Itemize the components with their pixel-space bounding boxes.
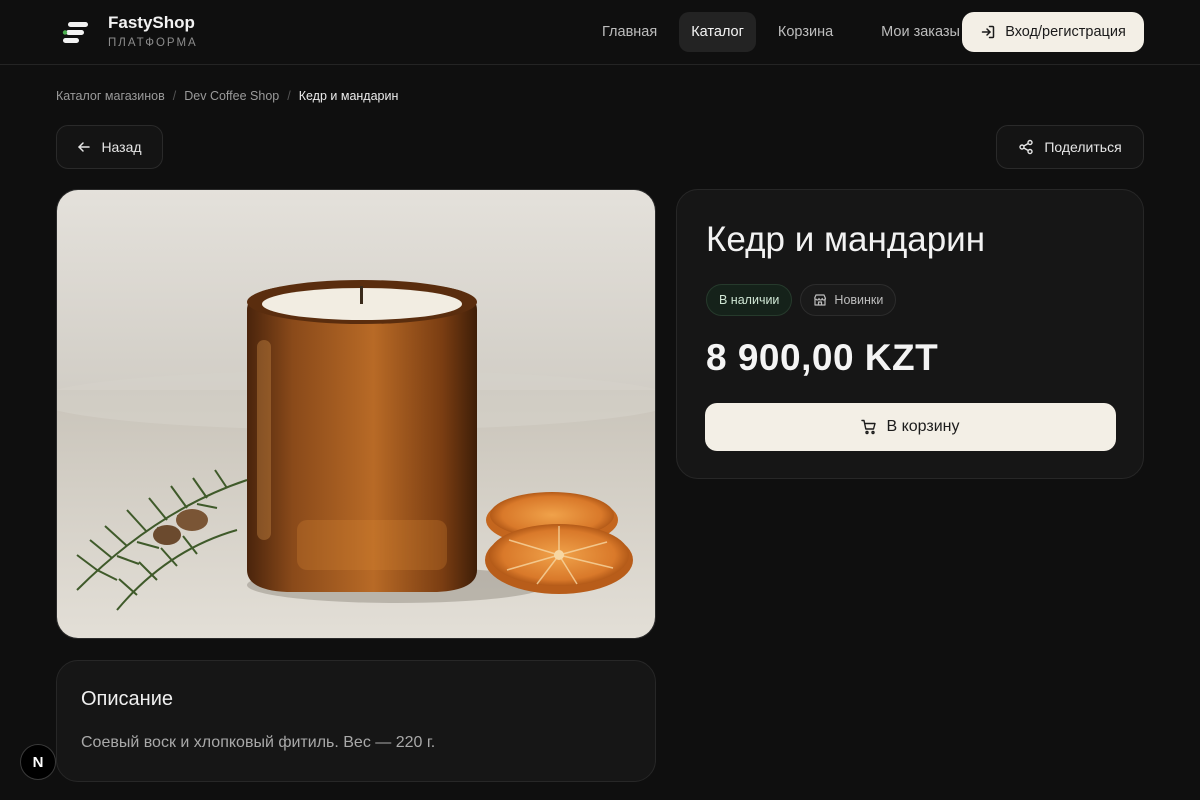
- brand-subtitle: ПЛАТФОРМА: [108, 37, 198, 49]
- breadcrumb-current: Кедр и мандарин: [298, 89, 399, 103]
- product-title: Кедр и мандарин: [706, 220, 986, 259]
- main-nav: Главная Каталог Корзина Мои заказы: [590, 12, 982, 52]
- cart-icon: [861, 419, 877, 435]
- product-badges: В наличии Новинки: [706, 284, 904, 316]
- share-icon: [1019, 139, 1034, 155]
- description-text: Соевый воск и хлопковый фитиль. Вес — 22…: [81, 734, 436, 751]
- top-header: FastyShop ПЛАТФОРМА Главная Каталог Корз…: [0, 0, 1200, 65]
- back-button[interactable]: Назад: [56, 125, 163, 169]
- nav-item-catalog[interactable]: Каталог: [679, 12, 756, 52]
- nav-item-home[interactable]: Главная: [590, 12, 669, 52]
- breadcrumb: Каталог магазинов / Dev Coffee Shop / Ке…: [56, 89, 398, 103]
- product-price: 8 900,00 KZT: [706, 337, 939, 378]
- add-to-cart-label: В корзину: [886, 418, 960, 435]
- product-info-card: Кедр и мандарин В наличии Новинки 8 900,…: [676, 189, 1144, 479]
- product-image: [56, 189, 656, 639]
- back-button-label: Назад: [101, 139, 142, 155]
- description-card: Описание Соевый воск и хлопковый фитиль.…: [56, 660, 656, 782]
- category-badge[interactable]: Новинки: [800, 284, 897, 316]
- arrow-left-icon: [78, 142, 91, 152]
- in-stock-badge: В наличии: [706, 284, 793, 316]
- share-button-label: Поделиться: [1044, 139, 1122, 155]
- share-button[interactable]: Поделиться: [996, 125, 1144, 169]
- breadcrumb-separator: /: [287, 89, 291, 103]
- breadcrumb-catalog[interactable]: Каталог магазинов: [56, 89, 165, 103]
- login-icon: [981, 25, 995, 39]
- store-icon: [814, 294, 827, 306]
- category-badge-label: Новинки: [834, 293, 884, 307]
- candle-photo: [57, 190, 655, 638]
- fastyshop-logo-icon: [58, 14, 94, 50]
- nav-item-my-orders[interactable]: Мои заказы: [869, 12, 972, 52]
- brand-name: FastyShop: [108, 13, 195, 32]
- add-to-cart-button[interactable]: В корзину: [705, 403, 1116, 451]
- brand[interactable]: FastyShop ПЛАТФОРМА: [58, 13, 198, 50]
- description-heading: Описание: [81, 688, 174, 710]
- nav-item-cart[interactable]: Корзина: [766, 12, 845, 52]
- login-register-button[interactable]: Вход/регистрация: [962, 12, 1144, 52]
- breadcrumb-shop[interactable]: Dev Coffee Shop: [184, 89, 279, 103]
- login-register-label: Вход/регистрация: [1005, 24, 1126, 40]
- breadcrumb-separator: /: [172, 89, 177, 103]
- nextjs-dev-badge[interactable]: N: [20, 744, 56, 780]
